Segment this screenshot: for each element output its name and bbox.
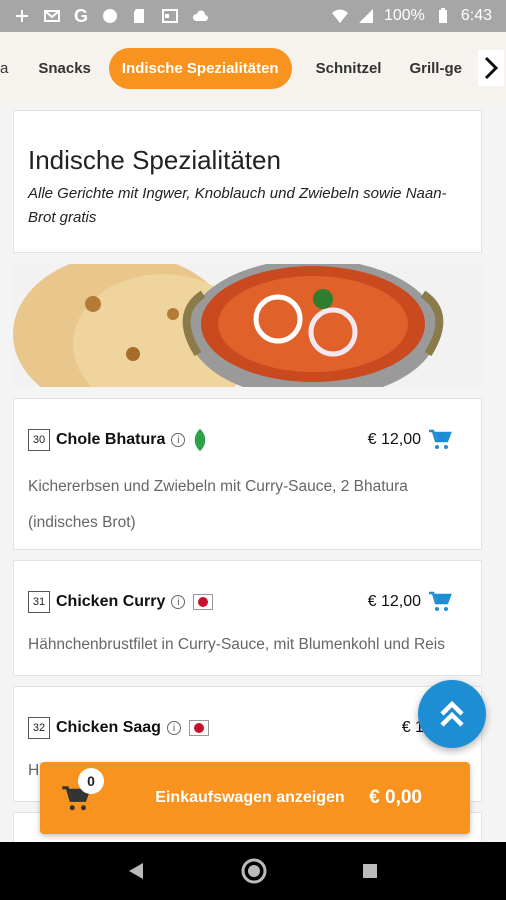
category-header-card: Indische Spezialitäten Alle Gerichte mit…	[13, 110, 482, 253]
item-number: 30	[28, 429, 50, 451]
circle-icon	[103, 9, 118, 23]
category-tabs: a Snacks Indische Spezialitäten Schnitze…	[0, 32, 506, 104]
calendar-icon	[162, 9, 179, 23]
tab-indische-spezialitaeten[interactable]: Indische Spezialitäten	[108, 47, 292, 89]
item-price: € 12,00	[367, 593, 421, 610]
category-description: Alle Gerichte mit Ingwer, Knoblauch und …	[28, 185, 447, 226]
cloud-icon	[192, 10, 209, 21]
chili-icon	[188, 720, 209, 736]
cart-count-badge: 0	[78, 768, 104, 794]
info-icon[interactable]: i	[171, 595, 186, 609]
tab-grill[interactable]: Grill-ge	[395, 48, 476, 89]
item-number: 32	[28, 717, 50, 739]
menu-item-card: 31 Chicken Curry i € 12,00 Hähnchenbrust…	[13, 560, 482, 676]
back-icon[interactable]	[127, 861, 147, 881]
item-description: Kichererbsen und Zwiebeln mit Curry-Sauc…	[28, 478, 408, 495]
battery-icon	[438, 8, 447, 23]
clock: 6:43	[460, 7, 492, 24]
plus-notification-icon	[16, 10, 28, 22]
cart-total: € 0,00	[369, 787, 422, 808]
recents-icon[interactable]	[361, 862, 379, 880]
item-price: € 12,00	[367, 431, 421, 448]
item-name[interactable]: Chole Bhatura	[56, 431, 165, 449]
battery-text: 100%	[383, 7, 425, 24]
item-number: 31	[28, 591, 50, 613]
system-navigation-bar	[0, 842, 506, 900]
item-name[interactable]: Chicken Saag	[56, 719, 161, 737]
info-icon[interactable]: i	[166, 721, 181, 735]
item-description-line2: (indisches Brot)	[28, 514, 136, 531]
veg-leaf-icon	[195, 429, 206, 451]
add-to-cart-icon[interactable]	[427, 590, 453, 614]
item-description: Hähnchenbrustfilet in Curry-Sauce, mit B…	[28, 636, 445, 653]
cart-label: Einkaufswagen anzeigen	[155, 789, 345, 806]
category-image	[13, 264, 482, 387]
double-chevron-up-icon	[440, 700, 464, 727]
category-title: Indische Spezialitäten	[28, 145, 281, 175]
sd-card-icon	[134, 9, 145, 23]
tab-snacks[interactable]: Snacks	[28, 48, 105, 89]
menu-item-card: 30 Chole Bhatura i € 12,00 Kichererbsen …	[13, 398, 482, 550]
item-name[interactable]: Chicken Curry	[56, 593, 165, 611]
wifi-icon	[331, 9, 348, 23]
tabs-scroll-right-button[interactable]	[478, 50, 504, 86]
chevron-right-icon	[484, 56, 498, 80]
signal-icon	[358, 9, 373, 23]
chili-icon	[193, 594, 214, 610]
scroll-to-top-button[interactable]	[418, 680, 486, 748]
view-cart-button[interactable]: 0 Einkaufswagen anzeigen € 0,00	[40, 762, 470, 834]
add-to-cart-icon[interactable]	[427, 428, 453, 452]
info-icon[interactable]: i	[171, 433, 186, 447]
gmail-icon	[44, 10, 60, 22]
status-bar: G 100% 6:43	[0, 0, 506, 32]
google-icon: G	[74, 5, 89, 26]
tab-previous[interactable]: a	[0, 48, 28, 89]
tab-schnitzel[interactable]: Schnitzel	[292, 48, 396, 89]
home-icon[interactable]	[241, 858, 267, 884]
